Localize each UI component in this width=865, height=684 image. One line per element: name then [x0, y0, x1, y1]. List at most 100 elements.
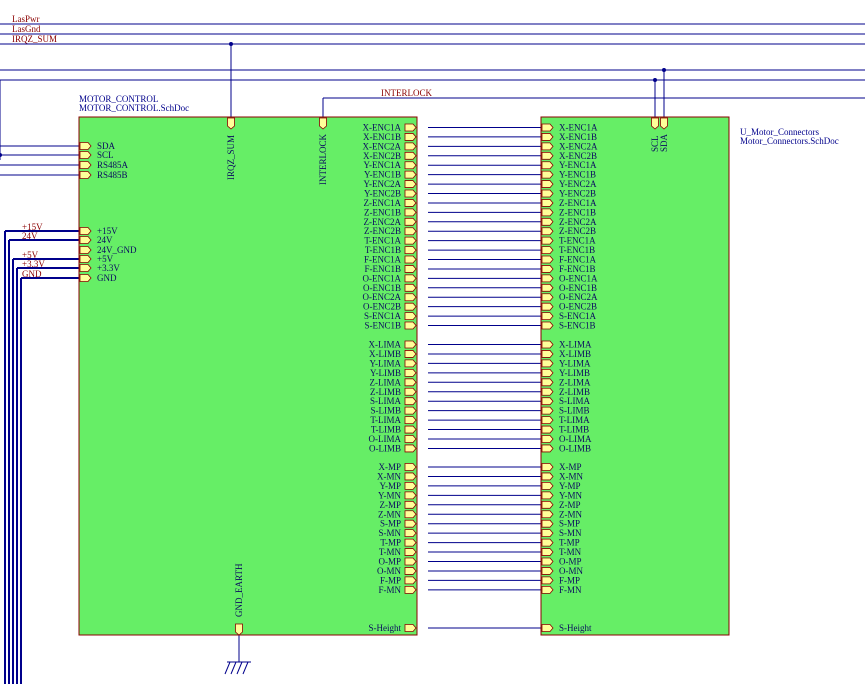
pin-right-x-limb[interactable] [541, 350, 554, 358]
pin-right-y-enc1a[interactable] [541, 161, 554, 170]
pin-left-f-enc1a[interactable] [404, 255, 417, 264]
pin-left-y-enc1a[interactable] [404, 161, 417, 170]
pin-right-f-mn[interactable] [541, 585, 554, 594]
pin-left-f-enc1b[interactable] [404, 265, 417, 273]
pin-left-o-enc2b[interactable] [404, 302, 417, 311]
pin-right-t-enc1a[interactable] [541, 236, 554, 245]
pin-left-f-mn[interactable] [404, 585, 417, 594]
pin-right-x-lima[interactable] [541, 340, 554, 349]
pin-left-x-mn[interactable] [404, 472, 417, 481]
pin-right-x-enc1b[interactable] [541, 133, 554, 141]
pin-left-y-lima[interactable] [404, 359, 417, 368]
pin-left-o-lima[interactable] [404, 435, 417, 443]
pin-left-t-enc1b[interactable] [404, 246, 417, 254]
pin-right-o-mp[interactable] [541, 557, 554, 566]
pin-right-s-mp[interactable] [541, 519, 554, 528]
pin-left-z-lima[interactable] [404, 378, 417, 387]
pin-right-x-mn[interactable] [541, 472, 554, 481]
pin-right-f-enc1b[interactable] [541, 265, 554, 273]
pin-left-o-mn[interactable] [404, 567, 417, 575]
pin-left-x-enc2b[interactable] [404, 151, 417, 160]
pin-right-z-enc1a[interactable] [541, 199, 554, 207]
pin-right-t-mn[interactable] [541, 548, 554, 556]
pin-right-o-lima[interactable] [541, 435, 554, 443]
pin-left-t-lima[interactable] [404, 416, 417, 424]
pin-right-t-enc1b[interactable] [541, 246, 554, 254]
pin-right-z-mn[interactable] [541, 510, 554, 519]
pin-right-z-limb[interactable] [541, 387, 554, 396]
pin-right-s-height[interactable] [541, 624, 554, 632]
pin-gnd-earth[interactable] [235, 623, 243, 636]
pin-right-t-mp[interactable] [541, 538, 554, 547]
pin-left-x-enc1b[interactable] [404, 133, 417, 141]
pin-left-y-mp[interactable] [404, 482, 417, 490]
pin-left-y-mn[interactable] [404, 491, 417, 500]
pin-left-s-height[interactable] [404, 624, 417, 632]
pin-right-s-lima[interactable] [541, 397, 554, 406]
pin-sda[interactable] [660, 117, 668, 130]
pin-right-f-mp[interactable] [541, 576, 554, 585]
pin-left-o-enc2a[interactable] [404, 293, 417, 302]
pin-interlock[interactable] [319, 117, 327, 130]
pin-left-x-mp[interactable] [404, 463, 417, 471]
pin-left-o-enc1b[interactable] [404, 283, 417, 292]
pin-left-s-mn[interactable] [404, 529, 417, 538]
pin-power[interactable] [79, 264, 92, 272]
pin-left-t-mp[interactable] [404, 538, 417, 547]
pin-left-s-enc1a[interactable] [404, 312, 417, 320]
pin-right-s-enc1a[interactable] [541, 312, 554, 320]
pin-rs485b[interactable] [79, 171, 92, 179]
pin-right-y-enc2b[interactable] [541, 189, 554, 198]
pin-left-z-enc2b[interactable] [404, 227, 417, 236]
pin-left-s-lima[interactable] [404, 397, 417, 406]
pin-right-y-lima[interactable] [541, 359, 554, 368]
pin-right-t-lima[interactable] [541, 416, 554, 424]
pin-sda[interactable] [79, 142, 92, 150]
pin-left-o-mp[interactable] [404, 557, 417, 566]
pin-left-z-enc1a[interactable] [404, 199, 417, 207]
pin-left-t-mn[interactable] [404, 548, 417, 556]
pin-power[interactable] [79, 274, 92, 282]
pin-power[interactable] [79, 255, 92, 263]
pin-right-z-mp[interactable] [541, 500, 554, 509]
pin-scl[interactable] [651, 117, 659, 130]
pin-left-t-enc1a[interactable] [404, 236, 417, 245]
pin-left-y-limb[interactable] [404, 368, 417, 377]
pin-scl[interactable] [79, 151, 92, 159]
pin-left-z-mp[interactable] [404, 500, 417, 509]
pin-rs485a[interactable] [79, 161, 92, 169]
pin-right-x-enc2b[interactable] [541, 151, 554, 160]
pin-left-z-enc1b[interactable] [404, 208, 417, 217]
pin-right-x-enc2a[interactable] [541, 142, 554, 151]
pin-right-o-mn[interactable] [541, 567, 554, 575]
pin-right-z-enc2a[interactable] [541, 217, 554, 226]
pin-power[interactable] [79, 246, 92, 254]
pin-right-s-enc1b[interactable] [541, 321, 554, 330]
pin-left-y-enc1b[interactable] [404, 170, 417, 179]
pin-left-f-mp[interactable] [404, 576, 417, 585]
pin-left-t-limb[interactable] [404, 425, 417, 434]
pin-left-s-enc1b[interactable] [404, 321, 417, 330]
pin-right-y-mn[interactable] [541, 491, 554, 500]
pin-left-x-enc2a[interactable] [404, 142, 417, 151]
pin-right-x-mp[interactable] [541, 463, 554, 471]
pin-right-z-enc2b[interactable] [541, 227, 554, 236]
pin-right-x-enc1a[interactable] [541, 123, 554, 132]
pin-left-z-limb[interactable] [404, 387, 417, 396]
pin-power[interactable] [79, 227, 92, 235]
pin-right-o-enc1a[interactable] [541, 274, 554, 283]
pin-right-z-lima[interactable] [541, 378, 554, 387]
pin-right-y-enc2a[interactable] [541, 180, 554, 188]
pin-right-t-limb[interactable] [541, 425, 554, 434]
pin-left-o-limb[interactable] [404, 444, 417, 453]
pin-left-o-enc1a[interactable] [404, 274, 417, 283]
pin-right-o-enc2b[interactable] [541, 302, 554, 311]
pin-left-s-limb[interactable] [404, 406, 417, 415]
pin-right-s-mn[interactable] [541, 529, 554, 538]
pin-left-y-enc2a[interactable] [404, 180, 417, 188]
pin-left-z-mn[interactable] [404, 510, 417, 519]
pin-left-z-enc2a[interactable] [404, 217, 417, 226]
pin-power[interactable] [79, 236, 92, 244]
pin-left-x-lima[interactable] [404, 340, 417, 349]
pin-left-x-enc1a[interactable] [404, 123, 417, 132]
